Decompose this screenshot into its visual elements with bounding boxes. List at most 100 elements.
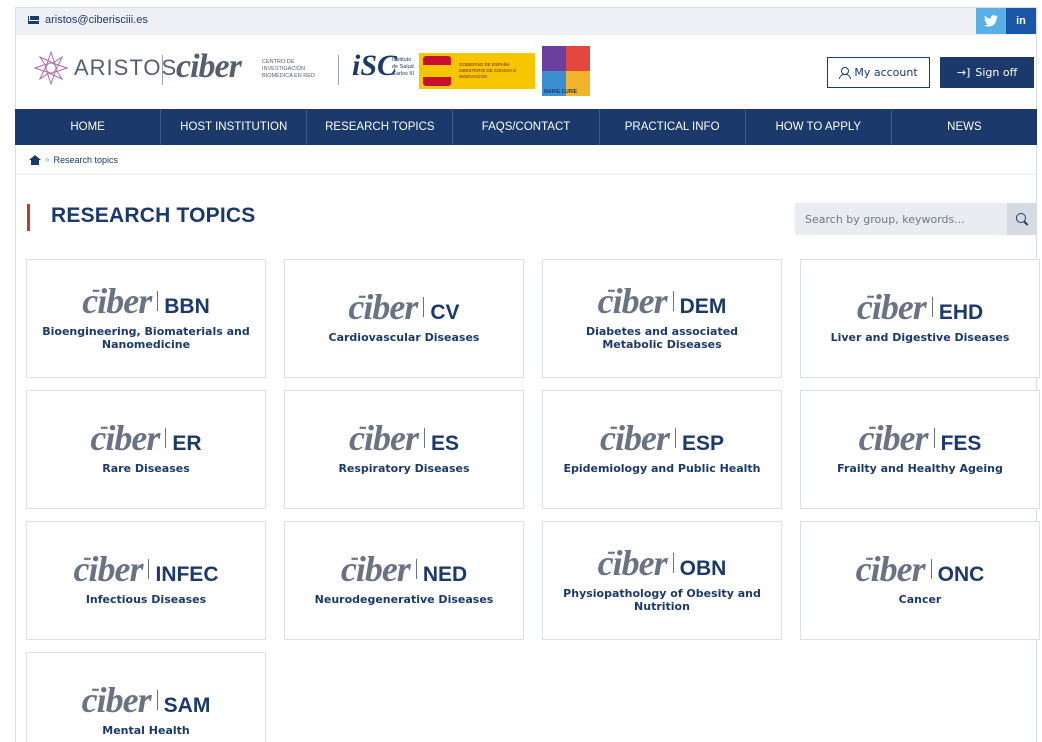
aristos-star-icon (33, 50, 69, 86)
topic-card-dem[interactable]: ciber DEM Diabetes and associated Metabo… (542, 259, 782, 378)
sign-off-icon: →] (956, 66, 971, 79)
top-bar: aristos@ciberisciii.es in (15, 7, 1037, 35)
topic-description: Neurodegenerative Diseases (314, 593, 494, 606)
ciber-wordmark: ciber (341, 541, 411, 587)
topic-card-infec[interactable]: ciber INFEC Infectious Diseases (26, 521, 266, 640)
topic-card-bbn[interactable]: ciber BBN Bioengineering, Biomaterials a… (26, 259, 266, 378)
my-account-button[interactable]: My account (827, 57, 930, 88)
ciber-wordmark: ciber (349, 410, 419, 456)
topic-description: Mental Health (102, 724, 190, 737)
nav-item-faqs-contact[interactable]: FAQS/CONTACT (453, 109, 600, 145)
logo-divider (162, 55, 163, 85)
twitter-button[interactable] (976, 8, 1006, 34)
isciii-logo-subtitle: Instituto de Salud Carlos III (392, 57, 415, 77)
ciber-wordmark: ciber (348, 279, 418, 325)
site-header: ARISTOS ciber CENTRO DE INVESTIGACIÓN BI… (15, 35, 1037, 109)
ciber-topic-logo: ciber OBN (598, 535, 727, 581)
breadcrumb-separator: » (45, 155, 50, 164)
ciber-wordmark: ciber (82, 273, 152, 319)
aristos-logo[interactable]: ARISTOS (33, 50, 177, 86)
ciber-topic-logo: ciber ONC (856, 541, 985, 587)
ciber-topic-logo: ciber DEM (598, 273, 727, 319)
ciber-wordmark: ciber (74, 541, 144, 587)
topic-code: EHD (938, 301, 984, 324)
sign-off-button[interactable]: →] Sign off (940, 57, 1034, 88)
nav-item-news[interactable]: NEWS (892, 109, 1037, 145)
nav-item-research-topics[interactable]: RESEARCH TOPICS (307, 109, 454, 145)
topic-card-sam[interactable]: ciber SAM Mental Health (26, 652, 266, 742)
logo-divider (338, 55, 339, 85)
spanish-government-logo[interactable]: GOBIERNO DE ESPAÑA MINISTERIO DE CIENCIA… (419, 53, 535, 89)
logo-divider (930, 559, 932, 579)
topic-description: Frailty and Healthy Ageing (837, 462, 1003, 475)
ciber-topic-logo: ciber ESP (600, 410, 724, 456)
linkedin-button[interactable]: in (1006, 8, 1036, 34)
ciber-wordmark: ciber (859, 410, 929, 456)
topic-description: Bioengineering, Biomaterials and Nanomed… (42, 324, 250, 351)
breadcrumb: » Research topics (15, 145, 1037, 175)
isciii-logo[interactable]: iSC (352, 49, 397, 83)
ciber-logo[interactable]: ciber (176, 48, 242, 86)
main-nav: HOME HOST INSTITUTION RESEARCH TOPICS FA… (15, 109, 1037, 145)
my-account-label: My account (854, 66, 918, 79)
topic-description: Infectious Diseases (85, 593, 207, 606)
topic-code: CV (430, 301, 460, 324)
search-icon (1016, 213, 1028, 225)
breadcrumb-current: Research topics (53, 154, 118, 165)
ciber-topic-logo: ciber CV (348, 279, 460, 325)
topic-code: FES (940, 432, 982, 455)
ciber-topic-logo: ciber SAM (82, 672, 211, 718)
marie-curie-logo-text: MARIE CURIE (544, 89, 578, 95)
ciber-topic-logo: ciber BBN (82, 273, 209, 319)
logo-divider (423, 297, 425, 317)
topic-description: Cancer (898, 593, 942, 606)
ciber-wordmark: ciber (598, 273, 668, 319)
topic-description: Epidemiology and Public Health (563, 462, 761, 475)
topic-card-cv[interactable]: ciber CV Cardiovascular Diseases (284, 259, 524, 378)
search-input[interactable] (795, 203, 1007, 235)
ciber-topic-logo: ciber ER (90, 410, 202, 456)
topic-card-obn[interactable]: ciber OBN Physiopathology of Obesity and… (542, 521, 782, 640)
search-box (795, 203, 1037, 235)
topic-code: ONC (937, 563, 985, 586)
ciber-topic-logo: ciber INFEC (74, 541, 219, 587)
topic-description: Physiopathology of Obesity and Nutrition (563, 586, 761, 613)
topic-card-onc[interactable]: ciber ONC Cancer (800, 521, 1040, 640)
ciber-wordmark: ciber (600, 410, 670, 456)
topic-code: NED (422, 563, 468, 586)
logo-divider (423, 428, 425, 448)
topic-card-ehd[interactable]: ciber EHD Liver and Digestive Diseases (800, 259, 1040, 378)
ciber-wordmark: ciber (82, 672, 152, 718)
nav-item-how-to-apply[interactable]: HOW TO APPLY (746, 109, 892, 145)
social-links: in (976, 8, 1036, 34)
ciber-wordmark: ciber (856, 541, 926, 587)
topic-code: OBN (679, 556, 727, 580)
logo-divider (165, 428, 167, 448)
page-title: RESEARCH TOPICS (51, 204, 256, 227)
topic-description: Diabetes and associated Metabolic Diseas… (585, 324, 739, 351)
logo-divider (672, 290, 674, 311)
ciber-wordmark: ciber (598, 535, 668, 581)
nav-item-host-institution[interactable]: HOST INSTITUTION (161, 109, 308, 145)
topic-card-ned[interactable]: ciber NED Neurodegenerative Diseases (284, 521, 524, 640)
ciber-topic-logo: ciber NED (341, 541, 468, 587)
topic-card-es[interactable]: ciber ES Respiratory Diseases (284, 390, 524, 509)
logo-divider (931, 297, 933, 317)
email-text[interactable]: aristos@ciberisciii.es (45, 14, 148, 26)
nav-item-home[interactable]: HOME (15, 109, 162, 145)
contact-email[interactable]: aristos@ciberisciii.es (28, 14, 148, 26)
ciber-wordmark: ciber (90, 410, 160, 456)
nav-item-practical-info[interactable]: PRACTICAL INFO (600, 109, 746, 145)
topic-card-esp[interactable]: ciber ESP Epidemiology and Public Health (542, 390, 782, 509)
ciber-topic-logo: ciber FES (859, 410, 982, 456)
topic-card-er[interactable]: ciber ER Rare Diseases (26, 390, 266, 509)
topic-code: ER (172, 432, 202, 455)
topic-code: ESP (681, 432, 724, 455)
twitter-icon (984, 15, 998, 27)
linkedin-icon: in (1016, 15, 1026, 27)
search-button[interactable] (1007, 203, 1037, 235)
topic-card-fes[interactable]: ciber FES Frailty and Healthy Ageing (800, 390, 1040, 509)
user-icon (839, 67, 852, 79)
research-topics-grid: ciber BBN Bioengineering, Biomaterials a… (26, 259, 1040, 742)
home-icon[interactable] (29, 154, 41, 165)
